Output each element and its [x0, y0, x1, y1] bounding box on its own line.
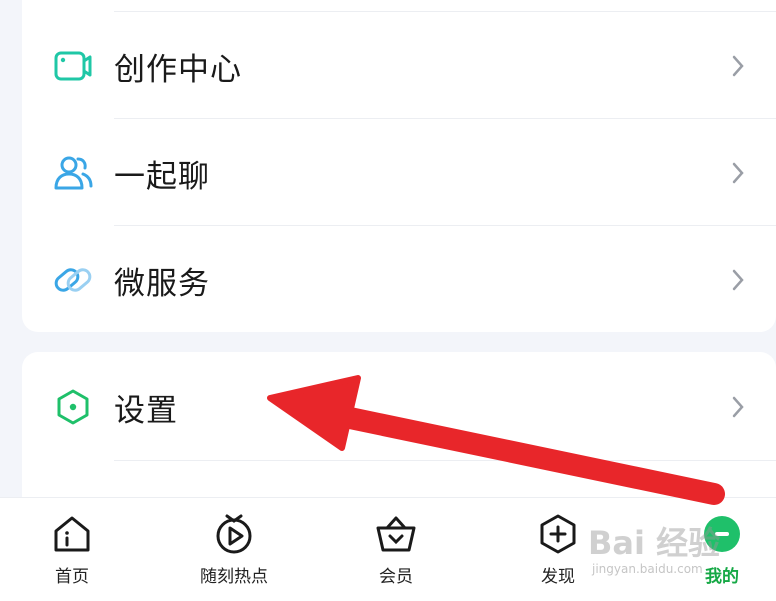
- tab-label: 随刻热点: [200, 567, 268, 587]
- tab-membership[interactable]: 会员: [336, 498, 456, 598]
- chevron-right-icon: [732, 55, 744, 77]
- link-icon: [54, 268, 92, 292]
- hexagon-settings-icon: [57, 389, 89, 425]
- tab-mine[interactable]: 我的: [662, 498, 776, 598]
- users-icon: [54, 156, 93, 190]
- chevron-right-icon: [732, 396, 744, 418]
- video-camera-icon: [54, 51, 92, 81]
- divider: [114, 118, 776, 119]
- menu-item-label: 一起聊: [114, 158, 210, 195]
- menu-item-label: 创作中心: [114, 51, 242, 88]
- chevron-right-icon: [732, 269, 744, 291]
- divider: [114, 460, 776, 461]
- menu-card-top: 创作中心 一起聊 微服务: [22, 0, 776, 332]
- menu-item-micro-services[interactable]: 微服务: [22, 230, 776, 330]
- home-icon: [54, 516, 90, 552]
- menu-item-label: 微服务: [114, 265, 210, 302]
- tab-hot-topics[interactable]: 随刻热点: [174, 498, 294, 598]
- profile-icon: [704, 516, 740, 552]
- tab-home[interactable]: 首页: [12, 498, 132, 598]
- vip-basket-icon: [376, 516, 416, 552]
- plus-hexagon-icon: [540, 514, 576, 554]
- divider: [114, 225, 776, 226]
- play-circle-icon: [216, 514, 252, 554]
- tab-discover[interactable]: 发现: [498, 498, 618, 598]
- tab-label: 发现: [541, 567, 575, 587]
- tab-label: 会员: [379, 567, 413, 587]
- menu-item-label: 设置: [114, 392, 178, 429]
- divider: [114, 11, 776, 12]
- bottom-tab-bar: 首页 随刻热点 会员 发现 我的: [0, 497, 776, 601]
- menu-item-creation-center[interactable]: 创作中心: [22, 16, 776, 116]
- tab-label: 我的: [705, 567, 739, 587]
- tab-label: 首页: [55, 567, 89, 587]
- menu-item-chat-together[interactable]: 一起聊: [22, 123, 776, 223]
- menu-item-settings[interactable]: 设置: [22, 357, 776, 457]
- chevron-right-icon: [732, 162, 744, 184]
